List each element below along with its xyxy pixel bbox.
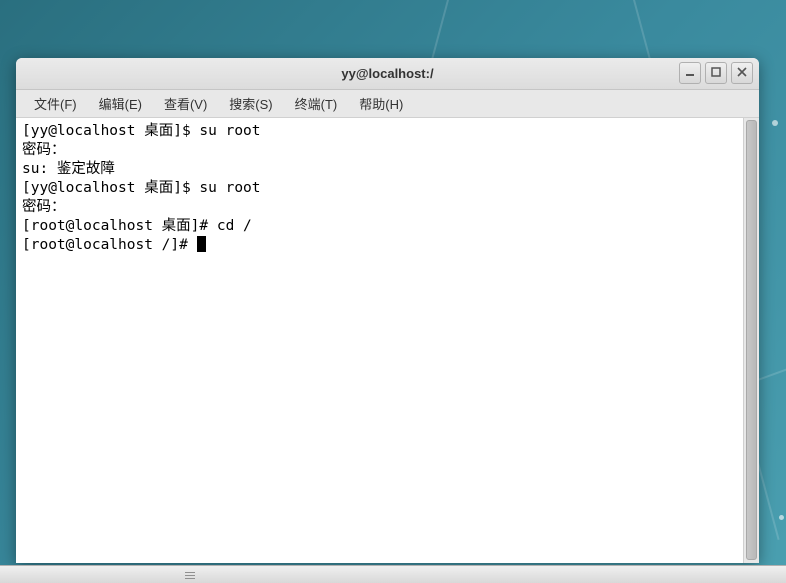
panel-grip-icon <box>185 569 195 581</box>
minimize-button[interactable] <box>679 62 701 84</box>
terminal-line: [yy@localhost 桌面]$ su root <box>22 179 737 198</box>
menu-edit[interactable]: 编辑(E) <box>89 91 152 116</box>
close-button[interactable] <box>731 62 753 84</box>
scrollbar[interactable] <box>743 118 759 563</box>
scrollbar-thumb[interactable] <box>746 120 757 560</box>
terminal-line: [yy@localhost 桌面]$ su root <box>22 122 737 141</box>
terminal-window: yy@localhost:/ 文件(F) 编辑(E) 查看(V) 搜索( <box>16 58 759 563</box>
menu-terminal[interactable]: 终端(T) <box>285 91 348 116</box>
maximize-button[interactable] <box>705 62 727 84</box>
window-controls <box>679 62 753 84</box>
terminal-line: [root@localhost 桌面]# cd / <box>22 217 737 236</box>
cursor <box>197 236 206 252</box>
minimize-icon <box>685 66 695 80</box>
menu-file[interactable]: 文件(F) <box>24 91 87 116</box>
terminal-line: su: 鉴定故障 <box>22 160 737 179</box>
menu-view[interactable]: 查看(V) <box>154 91 217 116</box>
menu-help[interactable]: 帮助(H) <box>349 91 413 116</box>
background-decoration <box>772 120 778 126</box>
window-title: yy@localhost:/ <box>341 66 433 81</box>
titlebar[interactable]: yy@localhost:/ <box>16 58 759 90</box>
terminal-output[interactable]: [yy@localhost 桌面]$ su root密码：su: 鉴定故障[yy… <box>16 118 743 563</box>
maximize-icon <box>711 66 721 80</box>
bottom-panel[interactable] <box>0 565 786 583</box>
terminal-container: [yy@localhost 桌面]$ su root密码：su: 鉴定故障[yy… <box>16 118 759 563</box>
menu-search[interactable]: 搜索(S) <box>219 91 282 116</box>
terminal-line: 密码： <box>22 198 737 217</box>
close-icon <box>737 66 747 80</box>
menubar: 文件(F) 编辑(E) 查看(V) 搜索(S) 终端(T) 帮助(H) <box>16 90 759 118</box>
terminal-line: 密码： <box>22 141 737 160</box>
background-decoration <box>779 515 784 520</box>
terminal-line: [root@localhost /]# <box>22 236 737 255</box>
